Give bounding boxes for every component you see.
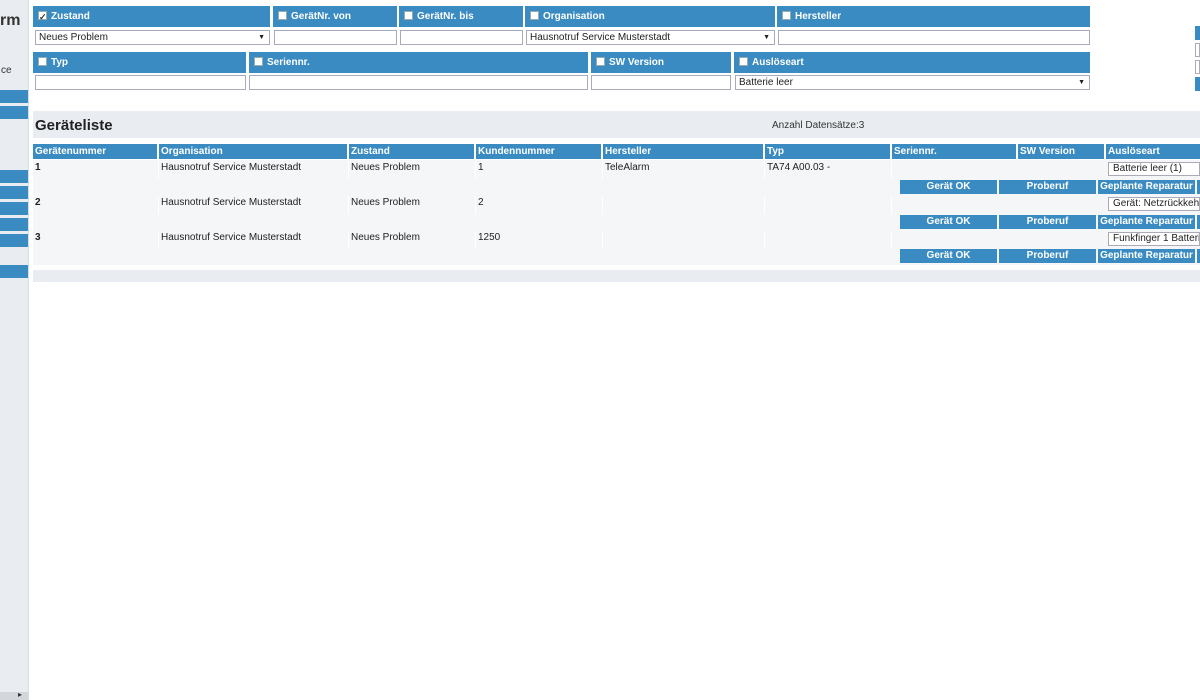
right-input[interactable] (1195, 60, 1200, 74)
seriennr-input[interactable] (249, 75, 588, 90)
cell-organisation: Hausnotruf Service Musterstadt (159, 161, 349, 179)
sw-version-input[interactable] (591, 75, 731, 90)
column-header[interactable]: Gerätenummer (33, 144, 157, 159)
cell-kundennummer: 1250 (476, 231, 603, 249)
cell-nummer[interactable]: 3 (33, 231, 159, 249)
ausloeseart-select[interactable]: Gerät: Netzrückkehr (1 (1108, 197, 1200, 211)
column-header[interactable]: Seriennr. (892, 144, 1016, 159)
column-header[interactable]: Zustand (349, 144, 474, 159)
cell-nummer[interactable]: 1 (33, 161, 159, 179)
sidebar: rm ce ▸ (0, 0, 29, 700)
table-footer (33, 270, 1200, 282)
geraetnr-bis-input[interactable] (400, 30, 523, 45)
checkbox-geraetnr-von[interactable] (278, 11, 287, 20)
checkbox-seriennr[interactable] (254, 57, 263, 66)
column-header[interactable]: SW Version (1018, 144, 1104, 159)
sidebar-nav-button[interactable] (0, 90, 28, 103)
cell-typ (765, 231, 892, 249)
cell-organisation: Hausnotruf Service Musterstadt (159, 196, 349, 214)
geplante-reparatur-button[interactable]: Geplante Reparatur (1098, 249, 1195, 263)
cell-zustand: Neues Problem (349, 161, 476, 179)
filter-header-geraetnr-bis[interactable]: GerätNr. bis (399, 6, 523, 27)
typ-input[interactable] (35, 75, 246, 90)
checkbox-hersteller[interactable] (782, 11, 791, 20)
right-controls (1195, 6, 1200, 94)
checkbox-geraetnr-bis[interactable] (404, 11, 413, 20)
dropdown-arrow-icon: ▼ (258, 34, 265, 41)
right-input[interactable] (1195, 43, 1200, 57)
checkbox-sw-version[interactable] (596, 57, 605, 66)
filter-header-zustand[interactable]: Zustand (33, 6, 270, 27)
cell-typ: TA74 A00.03 - (765, 161, 892, 179)
dropdown-arrow-icon: ▼ (763, 34, 770, 41)
cell-kundennummer: 1 (476, 161, 603, 179)
proberuf-button[interactable]: Proberuf (999, 215, 1096, 229)
filter-header-geraetnr-von[interactable]: GerätNr. von (273, 6, 397, 27)
cell-hersteller: TeleAlarm (603, 161, 765, 179)
right-action-button[interactable] (1195, 26, 1200, 40)
cell-typ (765, 196, 892, 214)
sidebar-nav-button[interactable] (0, 202, 28, 215)
column-header[interactable]: Typ (765, 144, 890, 159)
geplante-reparatur-button[interactable]: Geplante Reparatur (1098, 180, 1195, 194)
checkbox-typ[interactable] (38, 57, 47, 66)
filter-header-sw-version[interactable]: SW Version (591, 52, 731, 73)
checkbox-organisation[interactable] (530, 11, 539, 20)
filter-header-hersteller[interactable]: Hersteller (777, 6, 1090, 27)
column-header[interactable]: Organisation (159, 144, 347, 159)
proberuf-button[interactable]: Proberuf (999, 180, 1096, 194)
record-count: Anzahl Datensätze:3 (772, 120, 865, 131)
sidebar-nav-button[interactable] (0, 265, 28, 278)
cell-kundennummer: 2 (476, 196, 603, 214)
cell-hersteller (603, 196, 765, 214)
app-logo: rm (0, 12, 21, 29)
proberuf-button[interactable]: Proberuf (999, 249, 1096, 263)
sidebar-nav-button[interactable] (0, 106, 28, 119)
filter-panel: Zustand GerätNr. von GerätNr. bis Organi… (33, 6, 1091, 94)
column-header[interactable]: Auslöseart (1106, 144, 1200, 159)
cell-organisation: Hausnotruf Service Musterstadt (159, 231, 349, 249)
filter-header-typ[interactable]: Typ (33, 52, 246, 73)
sidebar-text: ce (1, 65, 12, 76)
ausloeseart-select[interactable]: Funkfinger 1 Batterie le (1108, 232, 1200, 246)
horizontal-scrollbar[interactable] (0, 692, 28, 700)
filter-header-ausloeseart[interactable]: Auslöseart (734, 52, 1090, 73)
scroll-right-icon[interactable]: ▸ (18, 690, 22, 699)
dropdown-arrow-icon: ▼ (1078, 79, 1085, 86)
list-header: Geräteliste Anzahl Datensätze:3 (33, 111, 1200, 138)
page-title: Geräteliste (35, 117, 113, 134)
geplante-reparatur-button[interactable]: Geplante Reparatur (1098, 215, 1195, 229)
geraet-ok-button[interactable]: Gerät OK (900, 249, 997, 263)
sidebar-nav-button[interactable] (0, 234, 28, 247)
sidebar-nav-button[interactable] (0, 218, 28, 231)
checkbox-ausloeseart[interactable] (739, 57, 748, 66)
hersteller-input[interactable] (778, 30, 1090, 45)
sidebar-nav-button[interactable] (0, 186, 28, 199)
geraetnr-von-input[interactable] (274, 30, 397, 45)
checkbox-zustand[interactable] (38, 7, 47, 27)
filter-header-organisation[interactable]: Organisation (525, 6, 775, 27)
right-action-button[interactable] (1195, 77, 1200, 91)
filter-header-seriennr[interactable]: Seriennr. (249, 52, 588, 73)
organisation-select[interactable]: Hausnotruf Service Musterstadt ▼ (526, 30, 775, 45)
column-header[interactable]: Hersteller (603, 144, 763, 159)
column-header[interactable]: Kundennummer (476, 144, 601, 159)
geraet-ok-button[interactable]: Gerät OK (900, 215, 997, 229)
cell-zustand: Neues Problem (349, 231, 476, 249)
ausloeseart-select[interactable]: Batterie leer (1) (1108, 162, 1200, 176)
ausloeseart-select[interactable]: Batterie leer ▼ (735, 75, 1090, 90)
cell-nummer[interactable]: 2 (33, 196, 159, 214)
zustand-select[interactable]: Neues Problem ▼ (35, 30, 270, 45)
cell-hersteller (603, 231, 765, 249)
sidebar-nav-button[interactable] (0, 170, 28, 183)
cell-zustand: Neues Problem (349, 196, 476, 214)
geraet-ok-button[interactable]: Gerät OK (900, 180, 997, 194)
